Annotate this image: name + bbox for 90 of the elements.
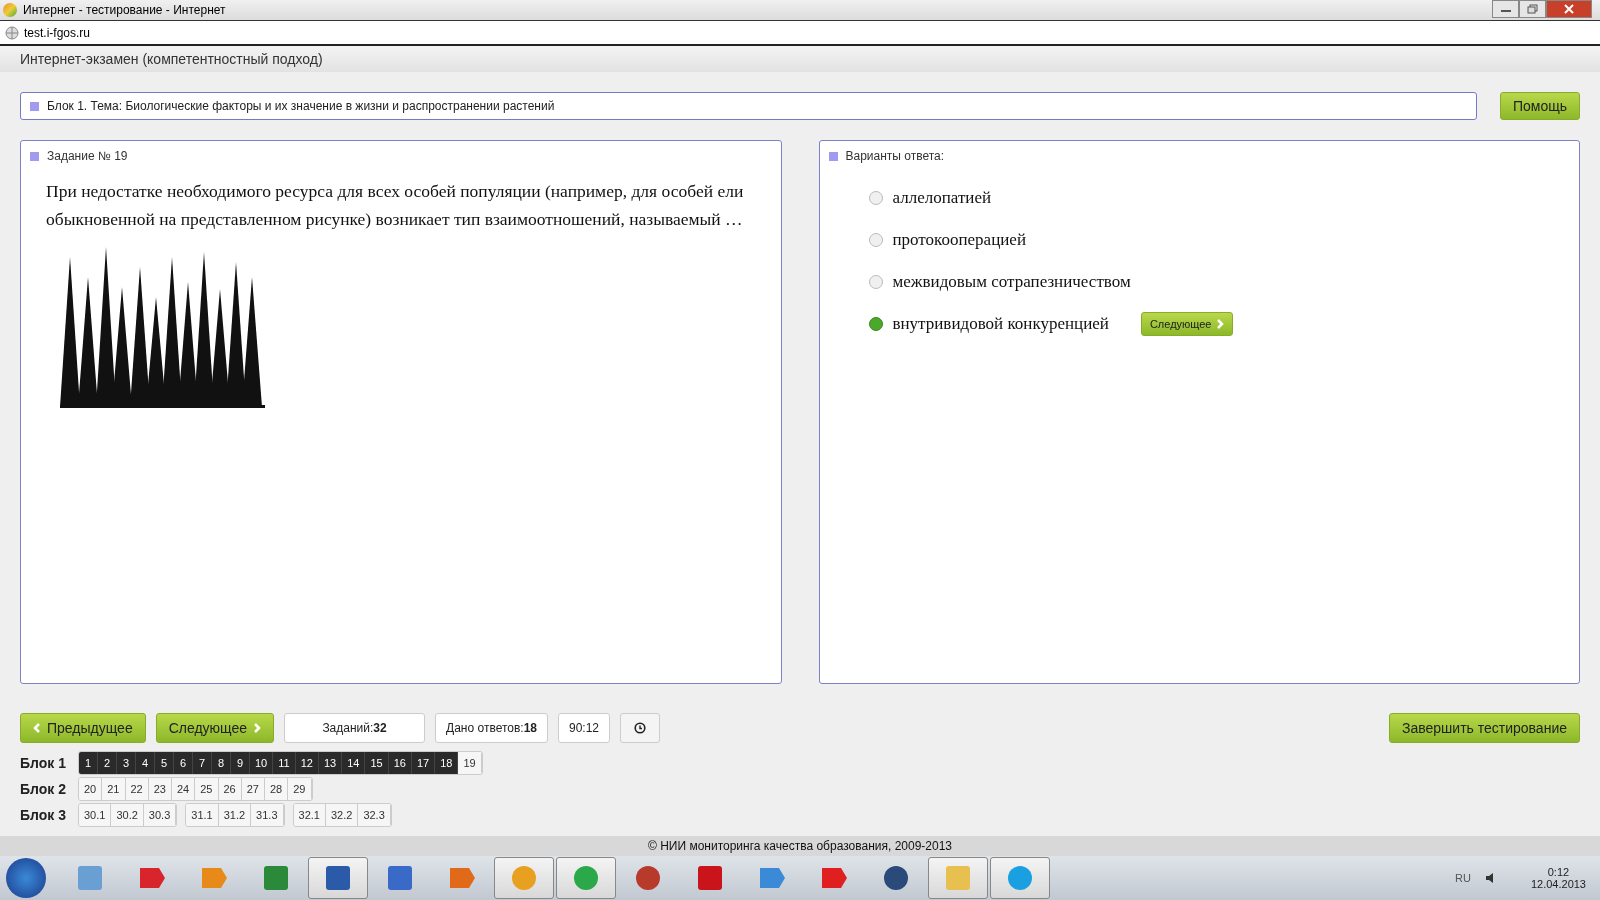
taskbar-button[interactable]: [928, 857, 988, 899]
clock-icon: [634, 722, 647, 734]
chevron-right-icon: [253, 722, 262, 734]
chevron-right-icon: [1216, 318, 1225, 329]
close-icon: [1563, 4, 1575, 14]
radio-button[interactable]: [868, 190, 883, 205]
answers-counter: Дано ответов:18: [435, 713, 548, 743]
restore-icon: [1526, 4, 1539, 14]
window-title: Интернет - тестирование - Интернет: [23, 3, 226, 17]
language-indicator[interactable]: RU: [1455, 872, 1471, 884]
question-number[interactable]: 30.1: [79, 803, 112, 826]
help-button[interactable]: Помощь: [1499, 92, 1580, 120]
question-number[interactable]: 19: [458, 751, 482, 774]
radio-button[interactable]: [868, 274, 883, 289]
question-number[interactable]: 32.3: [358, 803, 391, 826]
question-number[interactable]: 32.1: [293, 803, 326, 826]
address-text: test.i-fgos.ru: [24, 25, 91, 40]
timer: 90:12: [558, 713, 611, 743]
question-number[interactable]: 30.2: [111, 803, 144, 826]
question-number[interactable]: 15: [365, 751, 389, 774]
question-number[interactable]: 20: [79, 777, 103, 800]
start-button[interactable]: [6, 858, 46, 898]
question-number[interactable]: 12: [295, 751, 319, 774]
radio-button[interactable]: [868, 232, 883, 247]
question-number[interactable]: 18: [435, 751, 459, 774]
tasks-counter: Заданий:32: [284, 713, 426, 743]
question-number[interactable]: 32.2: [325, 803, 359, 826]
question-number[interactable]: 4: [136, 751, 155, 774]
minimize-button[interactable]: [1492, 0, 1519, 18]
question-number[interactable]: 29: [288, 777, 312, 800]
question-number[interactable]: 5: [155, 751, 174, 774]
question-number[interactable]: 28: [265, 777, 289, 800]
question-text: При недостатке необходимого ресурса для всех особей популяции (например, для особей ели обыкновенной на представленном рисунке) возникает тип взаимоотношений, называемый …: [46, 180, 745, 231]
taskbar-clock[interactable]: 0:12 12.04.2013: [1530, 866, 1586, 890]
square-icon: [828, 151, 838, 161]
question-number[interactable]: 23: [148, 777, 172, 800]
restore-button[interactable]: [1519, 0, 1546, 18]
question-number[interactable]: 31.2: [218, 803, 252, 826]
question-heading: Задание № 19: [47, 149, 128, 163]
question-number[interactable]: 31.3: [251, 803, 284, 826]
close-button[interactable]: [1546, 0, 1592, 18]
block-label: Блок 2: [20, 780, 67, 797]
taskbar-button[interactable]: [308, 857, 368, 899]
question-number[interactable]: 3: [117, 751, 136, 774]
answer-option[interactable]: внутривидовой конкуренцией: [892, 313, 1109, 334]
next-button[interactable]: Следующее: [1140, 311, 1234, 336]
square-icon: [30, 151, 39, 161]
answer-option[interactable]: протокооперацией: [892, 229, 1026, 250]
square-icon: [30, 101, 39, 111]
question-number[interactable]: 6: [174, 751, 193, 774]
radio-button[interactable]: [868, 316, 883, 331]
question-number[interactable]: 7: [193, 751, 212, 774]
next-button[interactable]: Следующее: [155, 713, 275, 743]
question-number[interactable]: 31.1: [186, 803, 219, 826]
topic-text: Блок 1. Тема: Биологические факторы и их значение в жизни и распространении растений: [47, 99, 555, 113]
copyright-text: © НИИ мониторинга качества образования, 2009-2013: [648, 839, 952, 853]
question-number[interactable]: 21: [102, 777, 126, 800]
question-number[interactable]: 16: [388, 751, 412, 774]
taskbar-button[interactable]: [990, 857, 1050, 899]
clock-button[interactable]: [620, 713, 661, 743]
page-title: Интернет-экзамен (компетентностный подход): [20, 51, 323, 67]
question-number[interactable]: 22: [125, 777, 149, 800]
address-bar[interactable]: test.i-fgos.ru: [0, 20, 1600, 46]
question-number[interactable]: 27: [241, 777, 265, 800]
question-number[interactable]: 2: [98, 751, 117, 774]
answer-option[interactable]: аллелопатией: [892, 187, 992, 208]
question-number[interactable]: 8: [212, 751, 231, 774]
chevron-left-icon: [33, 722, 41, 734]
question-number[interactable]: 1: [79, 751, 98, 774]
question-number[interactable]: 13: [318, 751, 343, 774]
question-number[interactable]: 30.3: [143, 803, 177, 826]
question-number[interactable]: 11: [273, 751, 296, 774]
question-number[interactable]: 25: [195, 777, 219, 800]
question-number[interactable]: 24: [172, 777, 196, 800]
block-label: Блок 1: [20, 754, 67, 771]
answer-option[interactable]: межвидовым сотрапезничеством: [892, 271, 1131, 292]
answers-heading: Варианты ответа:: [845, 149, 945, 163]
finish-button[interactable]: Завершить тестирование: [1389, 713, 1580, 743]
question-number[interactable]: 14: [342, 751, 366, 774]
clock-time: 0:12: [1547, 866, 1570, 878]
question-number[interactable]: 9: [231, 751, 250, 774]
question-number[interactable]: 17: [411, 751, 436, 774]
previous-button[interactable]: Предыдущее: [20, 713, 146, 743]
clock-date: 12.04.2013: [1530, 878, 1586, 890]
question-number[interactable]: 26: [218, 777, 242, 800]
app-icon: [3, 3, 17, 17]
question-number[interactable]: 10: [250, 751, 274, 774]
taskbar-button[interactable]: [494, 857, 554, 899]
block-label: Блок 3: [20, 806, 67, 823]
taskbar-button[interactable]: [556, 857, 616, 899]
